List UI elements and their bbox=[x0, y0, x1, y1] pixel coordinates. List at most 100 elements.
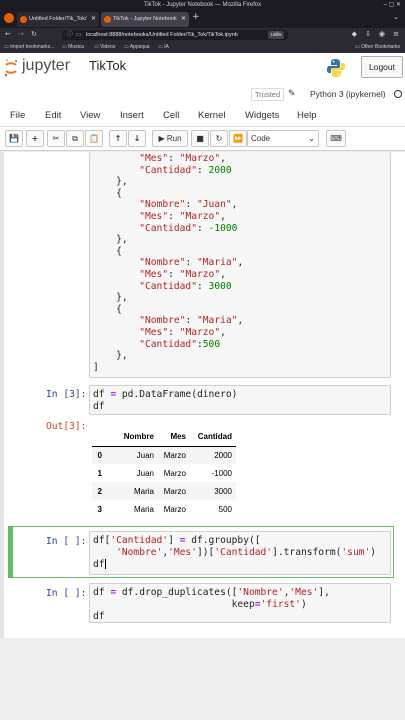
dict-code-line: "Cantidad":500 bbox=[139, 338, 221, 350]
menu-cell[interactable]: Cell bbox=[163, 110, 179, 121]
chevron-down-icon[interactable]: ⌄ bbox=[393, 13, 399, 21]
firefox-icon bbox=[4, 13, 14, 23]
dict-code-line: "Cantidad": 2000 bbox=[139, 164, 232, 176]
tab-bar: Untitled Folder/Tik_Tok/ ✕ TikTok - Jupy… bbox=[0, 10, 405, 28]
cell-cantidad: 2000 bbox=[214, 450, 232, 460]
tab-label: Untitled Folder/Tik_Tok/ bbox=[29, 16, 87, 22]
tab-label: TikTok - Jupyter Notebook bbox=[113, 16, 177, 22]
run-label: Run bbox=[166, 134, 182, 143]
window-controls[interactable]: – ▢ ✕ bbox=[384, 0, 401, 10]
command-palette-keyboard-icon[interactable]: ⌨ bbox=[326, 130, 346, 147]
cell-mes: Marzo bbox=[163, 468, 186, 478]
interrupt-kernel-button[interactable]: ■ bbox=[191, 130, 209, 147]
move-up-button[interactable]: ↑ bbox=[109, 130, 127, 147]
downloads-icon[interactable]: ⇩ bbox=[365, 30, 371, 38]
url-bar[interactable]: ⓘ ▭ localhost:8888/notebooks/Untitled Fo… bbox=[62, 30, 288, 40]
restart-kernel-button[interactable]: ↻ bbox=[210, 130, 228, 147]
row-index: 2 bbox=[97, 486, 102, 496]
cell4-code-text: df bbox=[93, 559, 105, 570]
cell-mes: Marzo bbox=[163, 486, 186, 496]
dict-code-line: }, bbox=[93, 350, 128, 362]
cell3-code-line2[interactable]: df bbox=[93, 401, 105, 413]
bookmark-musica[interactable]: ▭ Musica bbox=[62, 42, 84, 53]
jupyter-logo-text[interactable]: jupyter bbox=[22, 57, 70, 75]
dict-code-line: }, bbox=[93, 292, 128, 304]
cell-mes: Marzo bbox=[163, 450, 186, 460]
dict-code-line: { bbox=[93, 303, 122, 315]
bookmark-star-icon[interactable]: ☆ bbox=[274, 30, 280, 38]
dict-code-line: "Nombre": "Juan", bbox=[139, 199, 238, 211]
cell-mes: Marzo bbox=[163, 504, 186, 514]
text-cursor bbox=[104, 559, 106, 569]
dict-code-line: { bbox=[93, 245, 122, 257]
bookmark-import[interactable]: ▭ Import bookmarks... bbox=[4, 42, 54, 53]
table-row: 1 Juan Marzo -1000 bbox=[92, 464, 236, 482]
cell4-code-line2[interactable]: 'Nombre','Mes'])['Cantidad'].transform('… bbox=[93, 547, 376, 559]
insert-cell-button[interactable]: + bbox=[26, 130, 44, 147]
cell5-code-line3[interactable]: df bbox=[93, 611, 105, 623]
chevron-down-icon: ⌄ bbox=[308, 134, 315, 143]
cell-type-value: Code bbox=[251, 134, 271, 143]
notebook-name[interactable]: TikTok bbox=[89, 58, 126, 73]
jupyter-logo-icon[interactable] bbox=[4, 58, 18, 78]
kernel-name[interactable]: Python 3 (ipykernel) bbox=[310, 89, 386, 99]
cell5-code-line1[interactable]: df = df.drop_duplicates(['Nombre','Mes']… bbox=[93, 587, 330, 599]
dataframe-index-header bbox=[92, 428, 106, 446]
dict-code-line: { bbox=[93, 187, 122, 199]
pocket-icon[interactable]: ◆ bbox=[352, 30, 357, 38]
lock-icon: ⓘ bbox=[67, 32, 74, 38]
menu-icon[interactable]: ≡ bbox=[393, 30, 399, 38]
other-bookmarks[interactable]: ▭ Other Bookmarks bbox=[355, 42, 400, 53]
tab-tiktok-notebook[interactable]: TikTok - Jupyter Notebook ✕ bbox=[101, 12, 189, 27]
dataframe-header-row: Nombre Mes Cantidad bbox=[92, 428, 236, 446]
bookmark-ia[interactable]: ▭ IA bbox=[158, 42, 169, 53]
new-tab-button[interactable]: + bbox=[192, 12, 200, 22]
logout-button[interactable]: Logout bbox=[361, 56, 403, 78]
forward-icon[interactable]: → bbox=[18, 30, 24, 38]
cell-nombre: Maria bbox=[133, 504, 154, 514]
reload-icon[interactable]: ↻ bbox=[31, 30, 37, 38]
menu-file[interactable]: File bbox=[10, 110, 25, 121]
cell3-code-line1[interactable]: df = pd.DataFrame(dinero) bbox=[93, 389, 237, 401]
save-button[interactable]: 💾 bbox=[5, 130, 23, 147]
copy-icon[interactable]: ⧉ bbox=[66, 130, 84, 147]
paste-icon[interactable]: 📋 bbox=[85, 130, 103, 147]
menu-view[interactable]: View bbox=[80, 110, 100, 121]
cell-nombre: Juan bbox=[136, 468, 154, 478]
bookmark-appsqua[interactable]: ▭ Appsqua bbox=[124, 42, 150, 53]
cell-cantidad: 500 bbox=[218, 504, 232, 514]
dict-code-line: "Cantidad": 3000 bbox=[139, 280, 232, 292]
menu-widgets[interactable]: Widgets bbox=[245, 110, 279, 121]
cell-type-select[interactable]: Code ⌄ bbox=[247, 130, 319, 147]
table-row: 0 Juan Marzo 2000 bbox=[92, 446, 236, 464]
cell4-code-line3[interactable]: df bbox=[93, 559, 106, 571]
dict-code-line: }, bbox=[93, 176, 128, 188]
cell-cantidad: 3000 bbox=[214, 486, 232, 496]
column-header: Nombre bbox=[123, 432, 154, 442]
restart-run-all-button[interactable]: ⏩ bbox=[229, 130, 247, 147]
menu-help[interactable]: Help bbox=[297, 110, 317, 121]
move-down-button[interactable]: ↓ bbox=[128, 130, 146, 147]
cell4-code-line1[interactable]: df['Cantidad'] = df.groupby([ bbox=[93, 535, 261, 547]
close-icon[interactable]: ✕ bbox=[91, 12, 96, 27]
close-icon[interactable]: ✕ bbox=[181, 12, 186, 27]
dict-code-line: "Mes": "Marzo", bbox=[139, 153, 226, 164]
cell-nombre: Juan bbox=[136, 450, 154, 460]
menu-insert[interactable]: Insert bbox=[120, 110, 144, 121]
back-icon[interactable]: ← bbox=[5, 30, 11, 38]
run-button[interactable]: ▶ Run bbox=[152, 130, 188, 147]
menu-kernel[interactable]: Kernel bbox=[198, 110, 225, 121]
menu-edit[interactable]: Edit bbox=[45, 110, 61, 121]
tab-untitled-folder[interactable]: Untitled Folder/Tik_Tok/ ✕ bbox=[17, 12, 99, 27]
cell5-code-line2[interactable]: keep='first') bbox=[93, 599, 307, 611]
account-icon[interactable]: ◉ bbox=[379, 30, 385, 38]
row-index: 1 bbox=[97, 468, 102, 478]
cut-icon[interactable]: ✂ bbox=[47, 130, 65, 147]
bookmark-videos[interactable]: ▭ Videos bbox=[94, 42, 115, 53]
page-icon: ▭ bbox=[76, 32, 82, 38]
table-row: 2 Maria Marzo 3000 bbox=[92, 482, 236, 500]
dict-code-line: "Mes": "Marzo", bbox=[139, 210, 226, 222]
dict-code[interactable]: "Mes": "Marzo", "Cantidad": 2000 }, { "N… bbox=[93, 153, 243, 373]
dict-code-line: "Nombre": "Maria", bbox=[139, 315, 244, 327]
trusted-badge[interactable]: Trusted bbox=[251, 88, 285, 101]
